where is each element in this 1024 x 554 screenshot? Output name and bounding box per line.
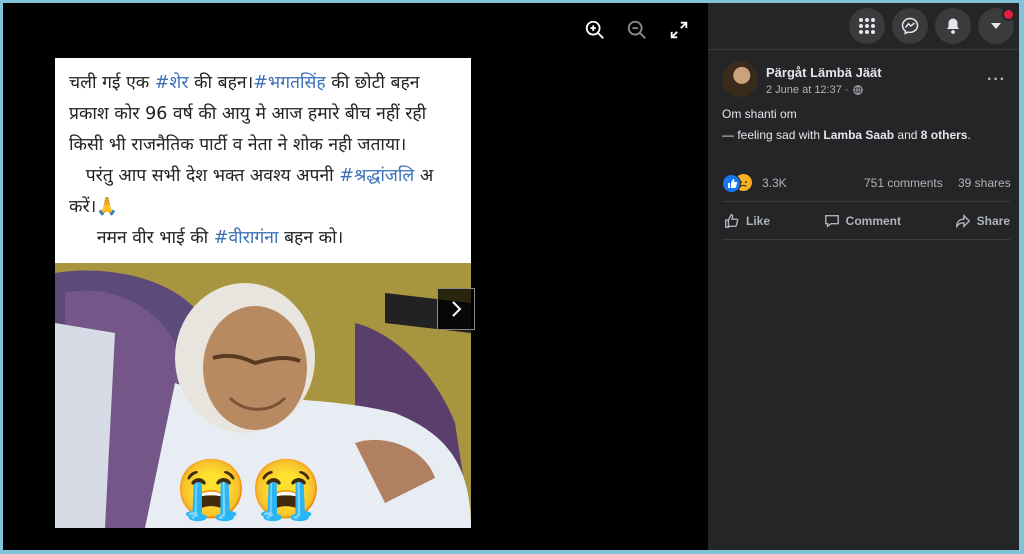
- photo-text-line: करें।🙏: [69, 192, 471, 223]
- like-reaction-icon[interactable]: [722, 174, 741, 193]
- feeling-line: — feeling sad with Lamba Saab and 8 othe…: [722, 128, 971, 142]
- photo-modal: चली गई एक #शेर की बहन।#भगतसिंह की छोटी ब…: [3, 3, 1019, 550]
- photo-text-line: किसी भी राजनैतिक पार्टी व नेता ने शोक नह…: [69, 130, 471, 161]
- globe-icon: [852, 85, 863, 95]
- comment-icon: [824, 214, 839, 228]
- divider-bottom: [722, 239, 1010, 240]
- post-photo: चली गई एक #शेर की बहन।#भगतसिंह की छोटी ब…: [55, 58, 471, 528]
- post-actions: Like Comment Share: [722, 206, 1010, 236]
- account-menu-button[interactable]: [978, 8, 1015, 44]
- feeling-mid: and: [894, 128, 921, 142]
- timestamp-text[interactable]: 2 June at 12:37 ·: [766, 84, 849, 96]
- share-label: Share: [976, 214, 1010, 228]
- share-button[interactable]: Share: [955, 206, 1010, 236]
- thumbs-up-icon: [725, 214, 739, 228]
- photo-text-segment: की बहन।: [188, 73, 254, 93]
- like-button[interactable]: Like: [722, 206, 770, 236]
- photo-text-segment: चली गई एक: [69, 73, 155, 93]
- more-options-button[interactable]: ···: [987, 71, 1006, 89]
- top-bar: [708, 3, 1019, 50]
- post-side-panel: Pärgåt Lämbä Jäät 2 June at 12:37 · ··· …: [708, 3, 1019, 550]
- photo-text-line: परंतु आप सभी देश भक्त अवश्य अपनी #श्रद्ध…: [69, 161, 471, 192]
- messenger-icon: [901, 17, 919, 35]
- divider-top: [722, 201, 1010, 202]
- grid-icon: [859, 18, 875, 34]
- like-label: Like: [746, 214, 771, 228]
- avatar[interactable]: [722, 61, 758, 97]
- photo-text-segment: प्रकाश कोर 96 वर्ष की आयु मे आज हमारे बी…: [69, 104, 427, 124]
- photo-text-overlay: चली गई एक #शेर की बहन।#भगतसिंह की छोटी ब…: [55, 58, 471, 263]
- feeling-prefix: — feeling sad with: [722, 128, 824, 142]
- comment-button[interactable]: Comment: [824, 206, 901, 236]
- photo-text-line: प्रकाश कोर 96 वर्ष की आयु मे आज हमारे बी…: [69, 99, 471, 130]
- menu-grid-button[interactable]: [849, 8, 885, 44]
- post-caption: Om shanti om: [722, 107, 797, 121]
- hashtag: #श्रद्धांजलि: [339, 166, 415, 186]
- photo-text-segment: बहन को।: [278, 228, 344, 248]
- photo-viewer: चली गई एक #शेर की बहन।#भगतसिंह की छोटी ब…: [3, 3, 708, 550]
- photo-text-segment: अ: [414, 166, 434, 186]
- crying-emoji-2: 😭: [250, 457, 323, 522]
- photo-text-segment: की छोटी बहन: [325, 73, 420, 93]
- share-icon: [955, 213, 970, 229]
- bell-icon: [947, 18, 959, 34]
- caret-down-icon: [991, 23, 1001, 29]
- messenger-button[interactable]: [892, 8, 928, 44]
- feeling-suffix: .: [967, 128, 971, 142]
- hashtag: #वीरागंना: [213, 228, 279, 248]
- photo-text-segment: करें।🙏: [69, 197, 119, 217]
- fullscreen-icon[interactable]: [668, 19, 690, 41]
- hashtag: #शेर: [154, 73, 189, 93]
- notifications-button[interactable]: [935, 8, 971, 44]
- photo-text-line: चली गई एक #शेर की बहन।#भगतसिंह की छोटी ब…: [69, 68, 471, 99]
- tagged-friend-link[interactable]: Lamba Saab: [823, 128, 894, 142]
- reaction-count[interactable]: 3.3K: [762, 176, 787, 190]
- comment-count[interactable]: 751 comments: [864, 176, 943, 190]
- photo-text-line: नमन वीर भाई की #वीरागंना बहन को।: [69, 223, 471, 254]
- share-count[interactable]: 39 shares: [958, 176, 1011, 190]
- comment-label: Comment: [845, 214, 901, 228]
- zoom-in-icon[interactable]: [584, 19, 606, 41]
- tagged-others-link[interactable]: 8 others: [921, 128, 968, 142]
- zoom-out-icon[interactable]: [626, 19, 648, 41]
- chevron-right-icon: [452, 301, 462, 317]
- photo-scene: 😭 😭: [55, 263, 471, 528]
- photo-text-segment: परंतु आप सभी देश भक्त अवश्य अपनी: [69, 166, 340, 186]
- post-timestamp: 2 June at 12:37 ·: [766, 84, 863, 96]
- crying-emoji-1: 😭: [175, 457, 248, 522]
- post-author[interactable]: Pärgåt Lämbä Jäät: [766, 65, 882, 80]
- next-photo-button[interactable]: [437, 288, 475, 330]
- photo-text-segment: नमन वीर भाई की: [69, 228, 214, 248]
- photo-text-segment: किसी भी राजनैतिक पार्टी व नेता ने शोक नह…: [69, 135, 407, 155]
- notification-badge: [1002, 8, 1015, 21]
- hashtag: #भगतसिंह: [253, 73, 326, 93]
- reaction-stats: 3.3K 751 comments 39 shares: [722, 173, 1012, 193]
